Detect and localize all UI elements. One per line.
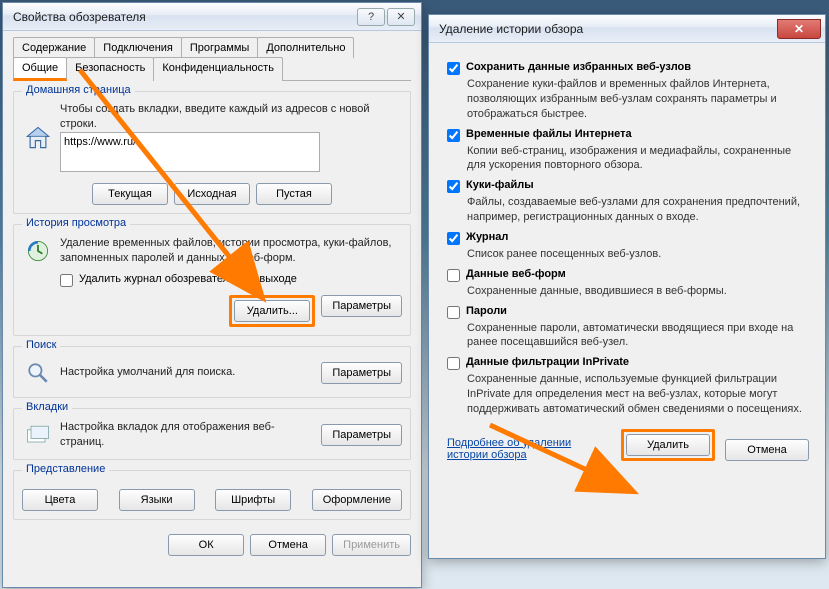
option-desc: Список ранее посещенных веб-узлов. bbox=[467, 247, 809, 262]
group-search: Поиск Настройка умолчаний для поиска. Па… bbox=[13, 346, 411, 398]
delete-history-window: Удаление истории обзора ✕ Сохранить данн… bbox=[428, 14, 826, 559]
delete-highlight: Удалить bbox=[621, 429, 715, 461]
use-blank-button[interactable]: Пустая bbox=[256, 183, 332, 205]
tab-programs[interactable]: Программы bbox=[181, 37, 258, 58]
delete-on-exit-label: Удалить журнал обозревателя при выходе bbox=[79, 273, 297, 285]
option-checkbox[interactable] bbox=[447, 129, 460, 142]
internet-options-window: Свойства обозревателя ? ✕ Содержание Под… bbox=[2, 2, 422, 588]
option-desc: Файлы, создаваемые веб-узлами для сохран… bbox=[467, 195, 809, 225]
languages-button[interactable]: Языки bbox=[119, 489, 195, 511]
option-checkbox[interactable] bbox=[447, 357, 460, 370]
fonts-button[interactable]: Шрифты bbox=[215, 489, 291, 511]
tabs-settings-button[interactable]: Параметры bbox=[321, 424, 402, 446]
delete-on-exit-checkbox[interactable] bbox=[60, 274, 73, 287]
option-desc: Сохраненные данные, вводившиеся в веб-фо… bbox=[467, 284, 809, 299]
titlebar: Свойства обозревателя ? ✕ bbox=[3, 3, 421, 31]
history-desc: Удаление временных файлов, истории просм… bbox=[60, 236, 402, 266]
search-settings-button[interactable]: Параметры bbox=[321, 362, 402, 384]
option-checkbox[interactable] bbox=[447, 180, 460, 193]
option-label: Сохранить данные избранных веб-узлов bbox=[466, 61, 691, 73]
use-default-button[interactable]: Исходная bbox=[174, 183, 250, 205]
learn-more-link[interactable]: Подробнее об удалении истории обзора bbox=[447, 437, 597, 461]
homepage-desc: Чтобы создать вкладки, введите каждый из… bbox=[60, 102, 402, 132]
group-title: Поиск bbox=[22, 339, 60, 351]
tab-strip: Содержание Подключения Программы Дополни… bbox=[13, 37, 411, 81]
group-appearance: Представление Цвета Языки Шрифты Оформле… bbox=[13, 470, 411, 520]
delete-highlight: Удалить... bbox=[229, 295, 315, 327]
option-label: Пароли bbox=[466, 305, 507, 317]
group-title: Представление bbox=[22, 463, 109, 475]
tab-security[interactable]: Безопасность bbox=[66, 57, 154, 81]
option-checkbox[interactable] bbox=[447, 306, 460, 319]
tabs-icon bbox=[22, 419, 54, 451]
option-checkbox[interactable] bbox=[447, 269, 460, 282]
tab-general[interactable]: Общие bbox=[13, 57, 67, 81]
search-desc: Настройка умолчаний для поиска. bbox=[60, 365, 315, 380]
option-desc: Сохраненные пароли, автоматически вводящ… bbox=[467, 321, 809, 351]
close-icon: ✕ bbox=[794, 22, 804, 36]
option-checkbox[interactable] bbox=[447, 62, 460, 75]
option-label: Куки-файлы bbox=[466, 179, 534, 191]
option-label: Временные файлы Интернета bbox=[466, 128, 632, 140]
close-button[interactable]: ✕ bbox=[777, 19, 821, 39]
house-icon bbox=[22, 122, 54, 154]
close-button[interactable]: ✕ bbox=[387, 8, 415, 26]
option-label: Данные веб-форм bbox=[466, 268, 566, 280]
colors-button[interactable]: Цвета bbox=[22, 489, 98, 511]
ok-button[interactable]: ОК bbox=[168, 534, 244, 556]
tab-content[interactable]: Содержание bbox=[13, 37, 95, 58]
help-button[interactable]: ? bbox=[357, 8, 385, 26]
option-desc: Сохраненные данные, используемые функцие… bbox=[467, 372, 809, 417]
tab-connections[interactable]: Подключения bbox=[94, 37, 182, 58]
cancel-button[interactable]: Отмена bbox=[725, 439, 809, 461]
group-title: Домашняя страница bbox=[22, 84, 135, 96]
window-title: Удаление истории обзора bbox=[439, 22, 777, 36]
use-current-button[interactable]: Текущая bbox=[92, 183, 168, 205]
search-icon bbox=[22, 357, 54, 389]
apply-button[interactable]: Применить bbox=[332, 534, 411, 556]
option-desc: Сохранение куки-файлов и временных файло… bbox=[467, 77, 809, 122]
tab-advanced[interactable]: Дополнительно bbox=[257, 37, 354, 58]
history-settings-button[interactable]: Параметры bbox=[321, 295, 402, 317]
option-checkbox[interactable] bbox=[447, 232, 460, 245]
accessibility-button[interactable]: Оформление bbox=[312, 489, 402, 511]
option-label: Данные фильтрации InPrivate bbox=[466, 356, 629, 368]
group-history: История просмотра Удаление временных фай… bbox=[13, 224, 411, 336]
tab-privacy[interactable]: Конфиденциальность bbox=[153, 57, 283, 81]
group-tabs: Вкладки Настройка вкладок для отображени… bbox=[13, 408, 411, 460]
window-title: Свойства обозревателя bbox=[13, 10, 357, 24]
group-homepage: Домашняя страница Чтобы создать вкладки,… bbox=[13, 91, 411, 214]
homepage-url-input[interactable] bbox=[60, 132, 320, 172]
history-icon bbox=[22, 235, 54, 267]
delete-history-button[interactable]: Удалить... bbox=[234, 300, 310, 322]
option-label: Журнал bbox=[466, 231, 508, 243]
tabs-desc: Настройка вкладок для отображения веб-ст… bbox=[60, 420, 315, 450]
titlebar: Удаление истории обзора ✕ bbox=[429, 15, 825, 43]
options-list: Сохранить данные избранных веб-узлов Сох… bbox=[447, 61, 809, 417]
delete-button[interactable]: Удалить bbox=[626, 434, 710, 456]
cancel-button[interactable]: Отмена bbox=[250, 534, 326, 556]
option-desc: Копии веб-страниц, изображения и медиафа… bbox=[467, 144, 809, 174]
group-title: История просмотра bbox=[22, 217, 130, 229]
group-title: Вкладки bbox=[22, 401, 72, 413]
